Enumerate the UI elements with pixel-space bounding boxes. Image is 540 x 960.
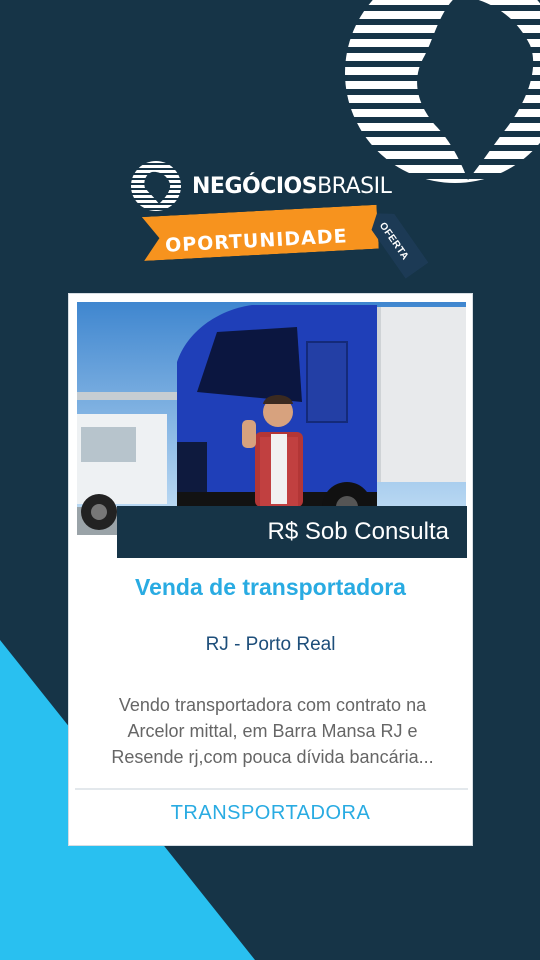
listing-location: RJ - Porto Real (205, 634, 336, 655)
brazil-globe-logo-icon (131, 161, 181, 211)
listing-card[interactable]: R$ Sob Consulta Venda de transportadora … (68, 293, 473, 846)
brand-name-bold: NEGÓCIOS (192, 173, 318, 199)
listing-description: Vendo transportadora com contrato na Arc… (111, 695, 434, 767)
card-divider (75, 788, 468, 790)
brand-logo: NEGÓCIOSBRASIL (130, 160, 392, 212)
listing-category[interactable]: TRANSPORTADORA (69, 802, 472, 825)
price-badge: R$ Sob Consulta (117, 506, 467, 558)
brand-name-light: BRASIL (317, 173, 392, 199)
truck-photo (77, 302, 466, 535)
brand-name: NEGÓCIOSBRASIL (192, 173, 392, 199)
listing-title[interactable]: Venda de transportadora (69, 574, 472, 601)
